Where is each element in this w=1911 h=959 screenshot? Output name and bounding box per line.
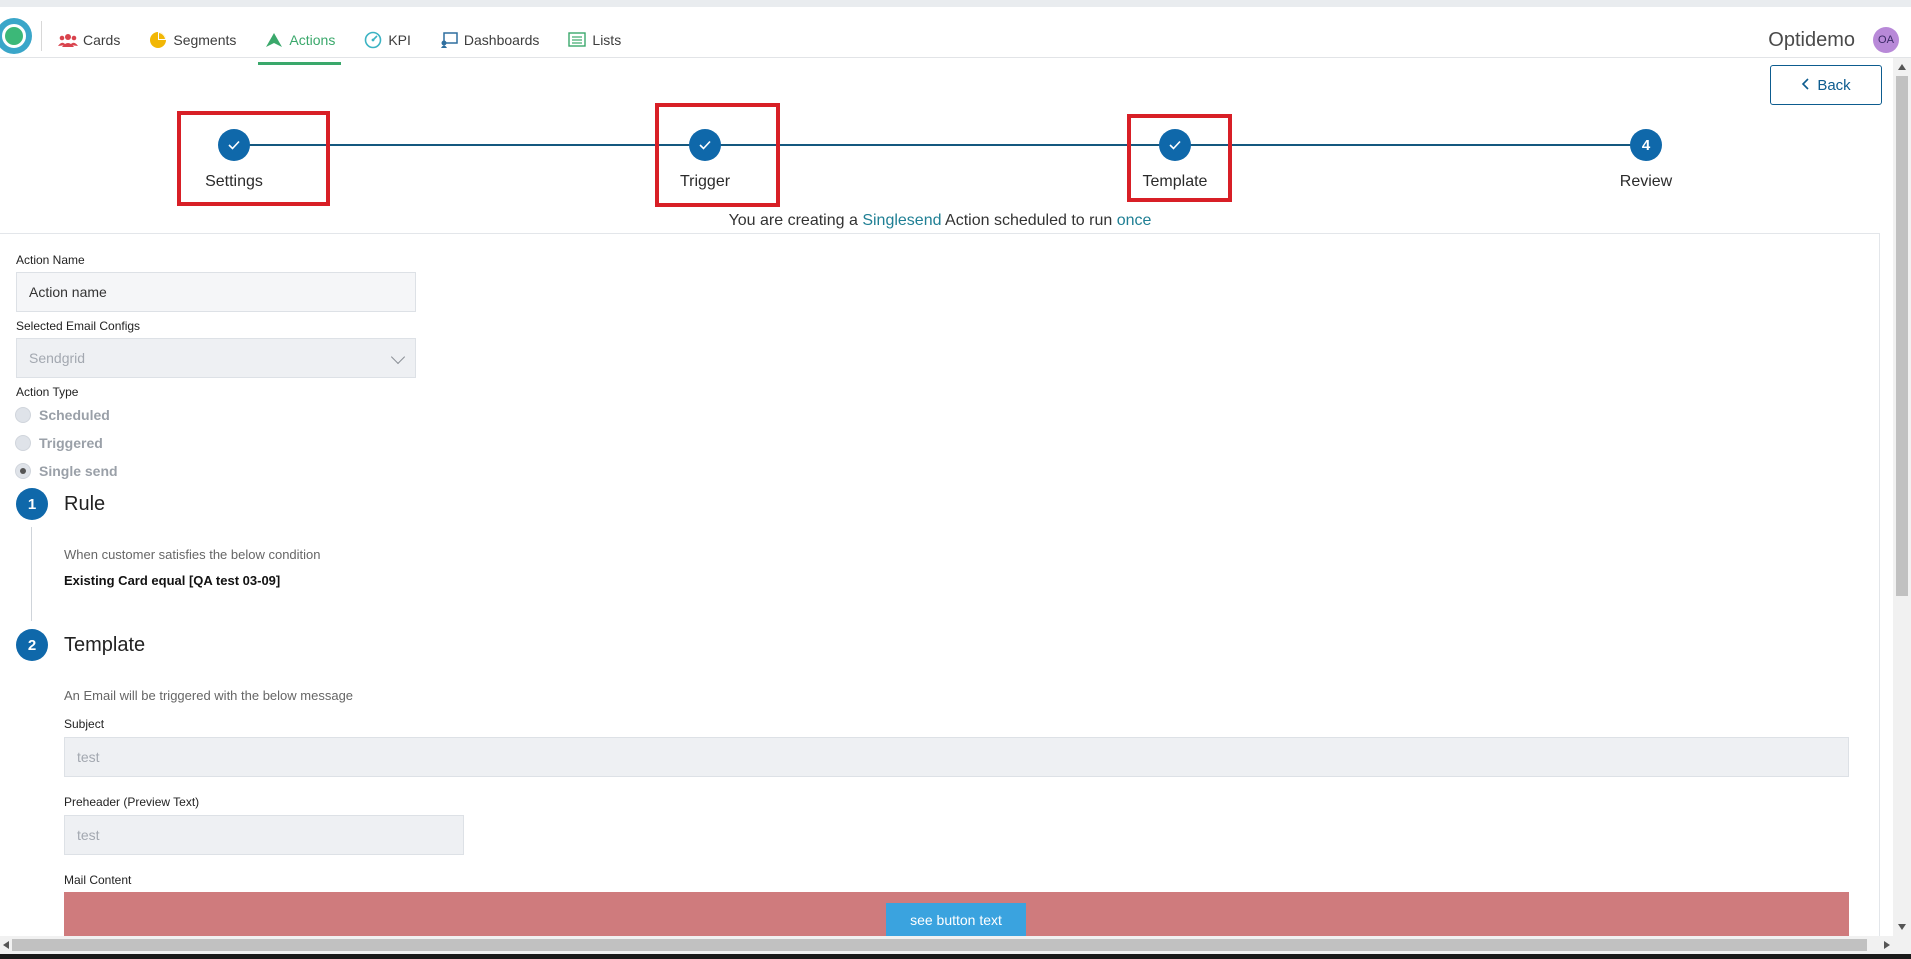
nav-divider — [41, 21, 42, 51]
mail-content-label: Mail Content — [64, 873, 132, 887]
template-title: Template — [64, 634, 146, 656]
radio-scheduled[interactable]: Scheduled — [15, 407, 110, 423]
nav-item-label: KPI — [388, 31, 411, 48]
radio-label: Scheduled — [39, 407, 110, 423]
template-step-number: 2 — [16, 629, 48, 661]
radio-button[interactable] — [15, 407, 31, 423]
subject-value: test — [77, 749, 100, 765]
taskbar-edge — [0, 954, 1911, 959]
scroll-right-icon[interactable] — [1884, 941, 1890, 949]
scroll-left-icon[interactable] — [3, 941, 9, 949]
chevron-down-icon — [390, 349, 406, 365]
nav-item-label: Lists — [592, 31, 622, 48]
back-label: Back — [1817, 76, 1851, 94]
dashboard-icon — [439, 31, 459, 48]
action-name-label: Action Name — [16, 253, 85, 267]
email-config-select[interactable]: Sendgrid — [16, 338, 416, 378]
section-connector — [31, 527, 32, 621]
horizontal-scroll-thumb[interactable] — [12, 939, 1867, 951]
step-review[interactable]: 4 Review — [1586, 129, 1706, 191]
vertical-scrollbar[interactable] — [1893, 58, 1911, 936]
highlight-box-settings — [177, 111, 330, 206]
radio-label: Single send — [39, 463, 118, 479]
nav-item-label: Dashboards — [463, 31, 540, 48]
main-nav: Cards Segments Actions KPI Dashboards Li… — [52, 14, 643, 65]
summary-frequency: once — [1116, 212, 1152, 229]
vertical-scroll-thumb[interactable] — [1896, 76, 1908, 596]
rule-condition: Existing Card equal [QA test 03-09] — [64, 573, 281, 588]
preheader-label: Preheader (Preview Text) — [64, 795, 200, 809]
action-name-field[interactable]: Action name — [16, 272, 416, 312]
scroll-up-icon[interactable] — [1898, 64, 1906, 70]
nav-item-label: Cards — [83, 31, 121, 48]
email-config-value: Sendgrid — [29, 350, 86, 366]
nav-item-segments[interactable]: Segments — [142, 14, 242, 65]
radio-single-send[interactable]: Single send — [15, 463, 118, 479]
scrollbar-corner — [1893, 936, 1911, 954]
radio-button[interactable] — [15, 435, 31, 451]
email-config-label: Selected Email Configs — [16, 319, 141, 333]
radio-triggered[interactable]: Triggered — [15, 435, 103, 451]
chevron-left-icon — [1801, 77, 1809, 94]
gauge-icon — [363, 31, 383, 48]
nav-item-cards[interactable]: Cards — [52, 14, 126, 65]
action-type-label: Action Type — [16, 385, 79, 399]
avatar[interactable]: OA — [1873, 27, 1899, 53]
nav-item-actions[interactable]: Actions — [258, 14, 342, 65]
nav-item-kpi[interactable]: KPI — [357, 14, 417, 65]
action-summary: You are creating a Singlesend Action sch… — [0, 212, 1880, 230]
subject-label: Subject — [64, 717, 105, 731]
highlight-box-trigger — [655, 103, 780, 207]
send-icon — [264, 32, 284, 48]
subject-field[interactable]: test — [64, 737, 1849, 777]
rule-description: When customer satisfies the below condit… — [64, 547, 321, 562]
summary-prefix: You are creating a — [728, 212, 858, 229]
rule-step-number: 1 — [16, 488, 48, 520]
nav-item-label: Segments — [173, 31, 237, 48]
preheader-field[interactable]: test — [64, 815, 464, 855]
radio-button[interactable] — [15, 463, 31, 479]
preheader-value: test — [77, 827, 100, 843]
back-button[interactable]: Back — [1770, 65, 1882, 105]
step-label: Review — [1619, 173, 1673, 190]
radio-label: Triggered — [39, 435, 103, 451]
action-name-value: Action name — [29, 284, 107, 300]
app-logo[interactable] — [0, 18, 32, 54]
nav-item-dashboards[interactable]: Dashboards — [433, 14, 546, 65]
step-number: 4 — [1630, 129, 1662, 161]
summary-type: Singlesend — [862, 212, 942, 229]
nav-item-lists[interactable]: Lists — [561, 14, 627, 65]
scroll-down-icon[interactable] — [1898, 924, 1906, 930]
horizontal-scrollbar[interactable] — [0, 936, 1893, 954]
top-navbar: Cards Segments Actions KPI Dashboards Li… — [0, 0, 1911, 65]
rule-title: Rule — [64, 493, 106, 515]
users-icon — [58, 32, 78, 48]
highlight-box-template — [1127, 114, 1232, 202]
stepper-line — [234, 144, 1646, 146]
summary-middle: Action scheduled to run — [945, 212, 1113, 229]
template-description: An Email will be triggered with the belo… — [64, 688, 354, 703]
nav-item-label: Actions — [289, 31, 336, 48]
pie-chart-icon — [148, 31, 168, 48]
brand-name: Optidemo — [1768, 29, 1855, 51]
mail-cta-button[interactable]: see button text — [886, 903, 1026, 936]
list-icon — [567, 32, 587, 48]
